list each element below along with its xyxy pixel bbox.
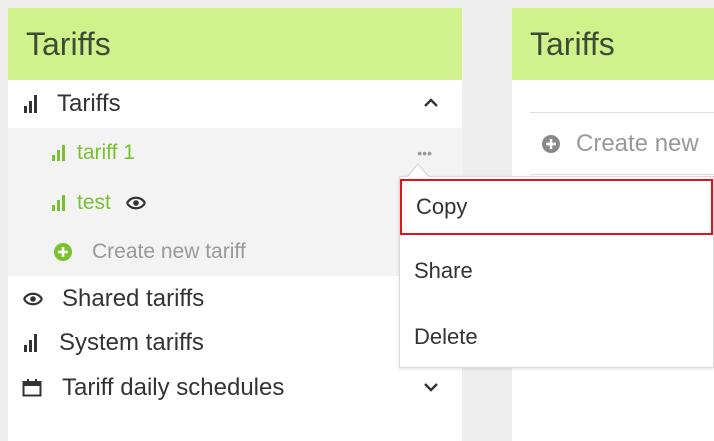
shared-eye-icon (125, 195, 147, 211)
plus-circle-icon (542, 135, 560, 153)
bar-chart-icon (24, 334, 37, 352)
menu-item-label: Copy (416, 194, 468, 219)
tariff-item[interactable]: test (8, 178, 462, 228)
shared-eye-icon (22, 291, 44, 307)
more-options-icon[interactable]: ••• (417, 145, 432, 161)
section-system-tariffs[interactable]: System tariffs (8, 322, 462, 364)
chevron-down-icon[interactable] (424, 379, 438, 397)
section-shared-tariffs[interactable]: Shared tariffs (8, 278, 462, 320)
section-label: Shared tariffs (62, 285, 205, 312)
menu-item-label: Share (414, 258, 473, 283)
section-label: System tariffs (59, 329, 204, 356)
section-tariff-daily-schedules[interactable]: Tariff daily schedules (8, 366, 462, 410)
group-label: Tariffs (57, 90, 121, 117)
create-new-button[interactable]: Create new (512, 120, 714, 168)
menu-item-delete[interactable]: Delete (400, 309, 713, 365)
chevron-up-icon[interactable] (424, 95, 438, 113)
calendar-icon (22, 379, 42, 397)
bar-chart-icon (52, 145, 65, 161)
menu-caret-fill (408, 165, 428, 177)
tariffs-panel: Tariffs Tariffs tariff 1 ••• test Create… (8, 8, 462, 441)
panel-title: Tariffs (8, 8, 462, 80)
create-new-label: Create new (576, 130, 699, 157)
bar-chart-icon (52, 195, 65, 211)
tariff-item-label: tariff 1 (77, 141, 135, 164)
tariff-item-label: test (77, 191, 111, 214)
plus-circle-icon (54, 243, 72, 261)
menu-item-label: Delete (414, 324, 478, 349)
tariff-item[interactable]: tariff 1 ••• (8, 128, 462, 178)
menu-item-copy[interactable]: Copy (400, 179, 713, 235)
create-new-tariff-label: Create new tariff (92, 240, 246, 263)
divider (530, 174, 714, 175)
menu-item-share[interactable]: Share (400, 243, 713, 299)
context-menu: Copy Share Delete (399, 176, 714, 368)
divider (530, 112, 714, 113)
section-label: Tariff daily schedules (62, 374, 285, 401)
tariffs-group-row[interactable]: Tariffs (8, 80, 462, 128)
create-new-tariff[interactable]: Create new tariff (8, 228, 462, 276)
bar-chart-icon (24, 95, 37, 113)
panel-title: Tariffs (512, 8, 714, 80)
